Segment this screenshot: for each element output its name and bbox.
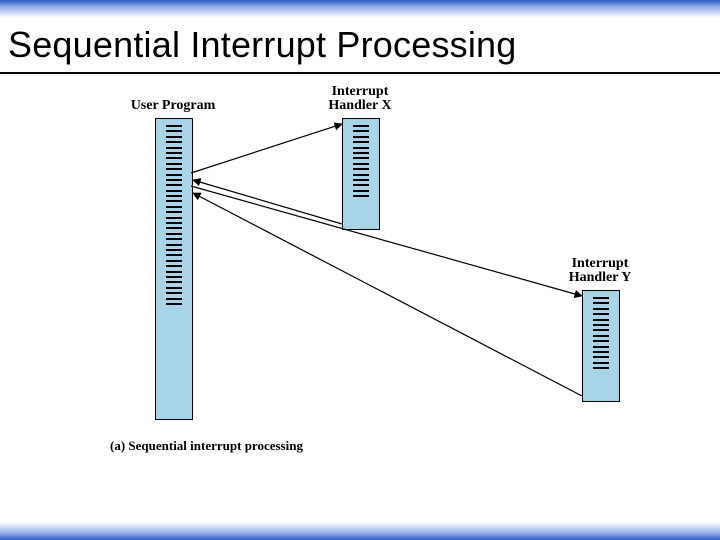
slide: Sequential Interrupt Processing User Pro…	[0, 0, 720, 540]
bottom-gradient-bar	[0, 522, 720, 540]
arrow-user-to-x	[191, 124, 342, 173]
arrow-user-to-y	[191, 186, 582, 296]
slide-title: Sequential Interrupt Processing	[8, 24, 517, 66]
diagram-caption: (a) Sequential interrupt processing	[110, 438, 303, 454]
diagram-canvas: User Program Interrupt Handler X Interru…	[0, 78, 720, 518]
flow-arrows	[0, 78, 720, 518]
arrow-x-to-user	[193, 180, 342, 224]
arrow-y-to-user	[193, 193, 582, 396]
title-divider	[0, 72, 720, 74]
top-gradient-bar	[0, 0, 720, 18]
